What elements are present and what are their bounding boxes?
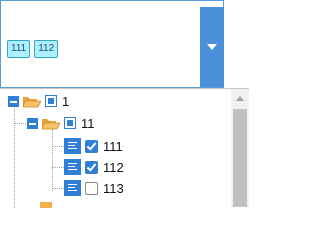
dropdown-toggle-button[interactable] bbox=[200, 7, 224, 87]
tree-leaf-item[interactable]: 112 bbox=[64, 157, 124, 177]
tree-connector bbox=[52, 188, 64, 189]
scroll-up-icon[interactable] bbox=[236, 96, 244, 101]
leaf-checkbox[interactable] bbox=[85, 160, 98, 174]
node-label: 112 bbox=[103, 159, 124, 175]
collapse-toggle-icon[interactable] bbox=[8, 95, 19, 107]
leaf-checkbox[interactable] bbox=[85, 139, 98, 153]
collapse-toggle-icon[interactable] bbox=[27, 117, 38, 129]
selected-tag[interactable]: 112 bbox=[34, 40, 59, 58]
vertical-scrollbar[interactable] bbox=[231, 89, 249, 207]
selected-tags: 111 112 bbox=[7, 40, 62, 58]
tree-node-child[interactable]: 11 bbox=[27, 113, 95, 133]
tree-checkbox-partial[interactable] bbox=[64, 117, 76, 129]
node-label: 1 bbox=[62, 93, 70, 109]
node-label: 113 bbox=[103, 180, 124, 196]
node-label: 111 bbox=[103, 138, 123, 154]
document-icon bbox=[64, 180, 81, 196]
tree-connector bbox=[52, 129, 53, 191]
tree-node-root[interactable]: 1 bbox=[8, 91, 69, 111]
node-label: 11 bbox=[81, 115, 95, 131]
leaf-checkbox[interactable] bbox=[85, 181, 98, 195]
tree-leaf-item[interactable]: 113 bbox=[64, 178, 124, 198]
tree-connector bbox=[52, 167, 64, 168]
tree-select-box[interactable]: 111 112 bbox=[0, 0, 224, 88]
tree-dropdown-panel: 1 11 111 112 113 bbox=[0, 88, 249, 208]
caret-down-icon bbox=[207, 44, 217, 50]
tree-leaf-item[interactable]: 111 bbox=[64, 136, 123, 156]
folder-open-icon bbox=[22, 95, 42, 108]
scroll-thumb[interactable] bbox=[233, 109, 247, 207]
selected-tag[interactable]: 111 bbox=[7, 40, 31, 58]
document-icon bbox=[64, 159, 81, 175]
document-icon bbox=[64, 138, 81, 154]
tree-connector bbox=[14, 97, 15, 208]
folder-open-icon bbox=[41, 117, 61, 130]
folder-open-icon bbox=[40, 202, 52, 208]
tree-connector bbox=[52, 146, 64, 147]
tree-checkbox-partial[interactable] bbox=[45, 95, 57, 107]
